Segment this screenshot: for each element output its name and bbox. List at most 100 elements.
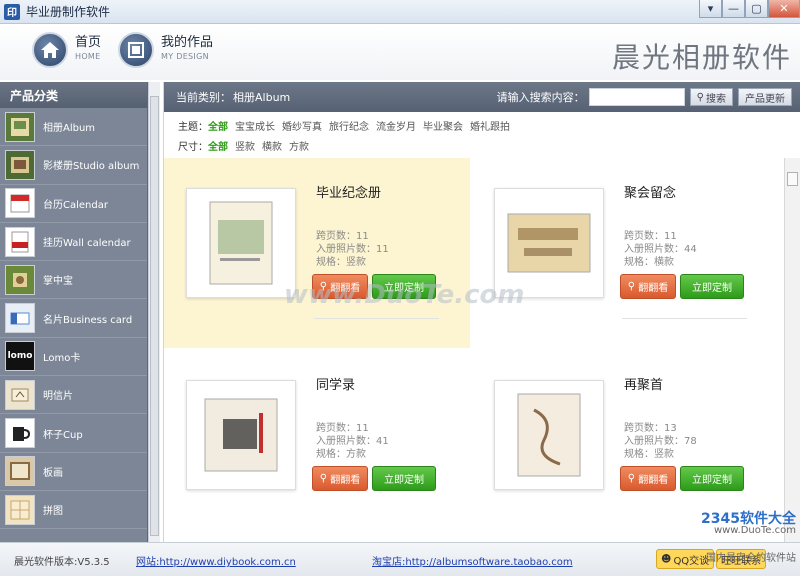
sidebar-item-label: Lomo卡 [43,352,81,364]
pocket-book-thumb-icon [5,264,35,295]
album-icon [118,32,154,68]
status-bar: 晨光软件版本:V5.3.5 网站:http://www.diybook.com.… [0,512,800,576]
search-input[interactable] [588,88,685,106]
content-scrollbar[interactable] [784,158,800,542]
product-meta: 跨页数：11 入册照片数：11 规格：竖款 [316,231,389,268]
maximize-button[interactable]: ▢ [745,0,768,18]
nav-home[interactable]: 首页 HOME [32,32,101,68]
album-thumb-icon [5,111,35,142]
sidebar-item-puzzle[interactable]: 拼图 [0,491,147,530]
size-option-landscape[interactable]: 横款 [262,138,282,153]
sidebar-item-label: 明信片 [43,391,73,403]
product-title: 聚会留念 [624,186,677,201]
search-icon: ⚲ [627,281,636,292]
product-meta: 跨页数：13 入册照片数：78 规格：竖款 [624,423,697,460]
current-category-value: 相册Album [233,91,291,104]
size-option-square[interactable]: 方款 [289,138,309,153]
flip-preview-button[interactable]: ⚲ 翻翻看 [620,274,676,299]
cup-thumb-icon [5,418,35,449]
customize-button[interactable]: 立即定制 [372,466,436,491]
theme-filter-label: 主题： [178,121,208,133]
product-title: 再聚首 [624,378,664,393]
main-content: 当前类别： 相册Album 请输入搜索内容： ⚲ 搜索 产品更新 主题： 全部 … [163,82,800,542]
product-card[interactable]: 聚会留念 跨页数：11 入册照片数：44 规格：横款 ⚲ 翻翻看 立即定制 [472,158,778,348]
sidebar-item-business-card[interactable]: 名片Business card [0,299,147,338]
wall-calendar-thumb-icon [5,226,35,257]
search-icon: ⚲ [319,473,328,484]
flip-preview-button[interactable]: ⚲ 翻翻看 [620,466,676,491]
home-icon [32,32,68,68]
product-card[interactable]: 毕业纪念册 跨页数：11 入册照片数：11 规格：竖款 ⚲ 翻翻看 立即定制 [164,158,470,348]
product-update-button[interactable]: 产品更新 [738,88,792,106]
sidebar-item-lomo-card[interactable]: lomo Lomo卡 [0,338,147,377]
product-card[interactable]: 同学录 跨页数：11 入册照片数：41 规格：方款 ⚲ 翻翻看 立即定制 [164,350,470,540]
flip-preview-button[interactable]: ⚲ 翻翻看 [312,466,368,491]
card-divider [622,318,747,319]
studio-album-thumb-icon [5,149,35,180]
menu-dropdown-button[interactable]: ▾ [699,0,722,18]
theme-option-graduation[interactable]: 毕业聚会 [423,118,463,133]
nav-my-design[interactable]: 我的作品 MY DESIGN [118,32,213,68]
sidebar-item-label: 杯子Cup [43,429,83,441]
sidebar-item-studio-album[interactable]: 影楼册Studio album [0,146,147,185]
theme-option-travel[interactable]: 旅行纪念 [329,118,369,133]
theme-option-wedding-follow[interactable]: 婚礼跟拍 [470,118,510,133]
nav-home-label: 首页 [75,35,102,50]
sidebar-item-board-painting[interactable]: 板画 [0,453,147,491]
theme-option-wedding-photo[interactable]: 婚纱写真 [282,118,322,133]
title-bar: 印 毕业册制作软件 ▾ — ▢ ✕ [0,0,800,24]
close-button[interactable]: ✕ [768,0,800,18]
product-thumbnail[interactable] [186,188,296,298]
sidebar-item-pocket-book[interactable]: 掌中宝 [0,261,147,300]
website-link[interactable]: 网站:http://www.diybook.com.cn [136,553,296,568]
app-icon: 印 [4,3,20,20]
theme-filter-row: 主题： 全部 宝宝成长 婚纱写真 旅行纪念 流金岁月 毕业聚会 婚礼跟拍 [178,115,800,135]
sidebar-item-postcard[interactable]: 明信片 [0,376,147,415]
size-option-portrait[interactable]: 竖款 [235,138,255,153]
window-title: 毕业册制作软件 [26,5,111,19]
minimize-button[interactable]: — [722,0,745,18]
sidebar-item-album[interactable]: 相册Album [0,108,147,147]
content-toolbar: 当前类别： 相册Album 请输入搜索内容： ⚲ 搜索 产品更新 [164,82,800,112]
product-thumbnail[interactable] [186,380,296,490]
sidebar-item-label: 名片Business card [43,314,133,326]
sidebar-item-calendar[interactable]: 台历Calendar [0,185,147,223]
watermark-corner: 2345软件大全 www.DuoTe.com 国内最安全的软件站 [701,511,796,564]
nav-home-sublabel: HOME [75,52,101,61]
customize-button[interactable]: 立即定制 [680,274,744,299]
filter-panel: 主题： 全部 宝宝成长 婚纱写真 旅行纪念 流金岁月 毕业聚会 婚礼跟拍 尺寸：… [164,112,800,158]
theme-option-golden-years[interactable]: 流金岁月 [376,118,416,133]
sidebar-item-wall-calendar[interactable]: 挂历Wall calendar [0,223,147,262]
sidebar-item-cup[interactable]: 杯子Cup [0,414,147,453]
board-painting-thumb-icon [5,456,35,487]
search-label: 请输入搜索内容： [496,91,585,104]
search-icon: ⚲ [627,473,636,484]
qq-icon: ☻ [661,553,672,565]
search-icon: ⚲ [696,91,704,103]
sidebar-item-label: 影楼册Studio album [43,161,140,173]
product-title: 同学录 [316,378,356,393]
shop-link[interactable]: 淘宝店:http://albumsoftware.taobao.com [372,553,573,568]
content-scrollbar-thumb[interactable] [787,172,798,186]
size-filter-label: 尺寸： [178,141,208,153]
sidebar-scrollbar-thumb[interactable] [150,96,159,536]
nav-my-design-label: 我的作品 [161,35,214,50]
product-grid: 毕业纪念册 跨页数：11 入册照片数：11 规格：竖款 ⚲ 翻翻看 立即定制 聚… [164,158,784,542]
product-meta: 跨页数：11 入册照片数：44 规格：横款 [624,231,697,268]
size-filter-row: 尺寸： 全部 竖款 横款 方款 [178,135,800,155]
brand-logo: 晨光相册软件 [611,41,792,74]
theme-option-all[interactable]: 全部 [208,118,228,133]
business-card-thumb-icon [5,303,35,334]
customize-button[interactable]: 立即定制 [680,466,744,491]
sidebar-scrollbar[interactable] [148,82,160,542]
lomo-card-thumb-icon: lomo [5,341,35,372]
theme-option-baby[interactable]: 宝宝成长 [235,118,275,133]
size-option-all[interactable]: 全部 [208,138,228,153]
watermark-center: www.DuoTe.com [284,280,525,310]
product-meta: 跨页数：11 入册照片数：41 规格：方款 [316,423,389,460]
sidebar-item-label: 板画 [43,467,63,479]
sidebar-item-label: 拼图 [43,506,63,518]
search-button[interactable]: ⚲ 搜索 [689,88,733,106]
product-thumbnail[interactable] [494,380,604,490]
sidebar-item-label: 挂历Wall calendar [43,238,131,250]
